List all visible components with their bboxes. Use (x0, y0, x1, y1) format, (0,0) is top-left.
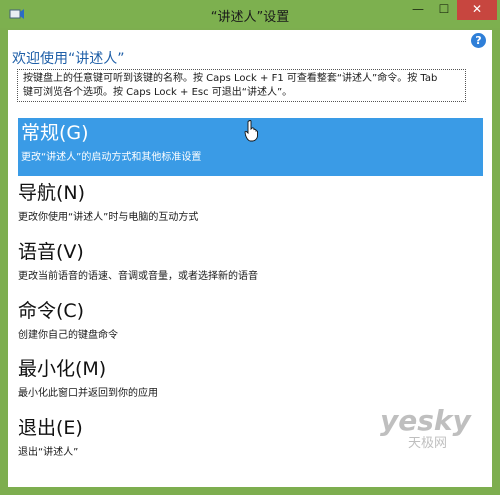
narrator-settings-window: “讲述人”设置 — ☐ ✕ ? 欢迎使用“讲述人” 按键盘上的任意键可听到该键的… (0, 0, 500, 495)
minimize-button[interactable]: — (405, 0, 431, 20)
help-icon[interactable]: ? (471, 33, 486, 48)
menu-item-title: 最小化(M) (18, 358, 107, 380)
menu-item-description: 更改“讲述人”的启动方式和其他标准设置 (21, 152, 202, 163)
instructions-line: 键可浏览各个选项。按 Caps Lock + Esc 可退出“讲述人”。 (23, 87, 293, 98)
welcome-heading: 欢迎使用“讲述人” (12, 51, 125, 67)
maximize-button[interactable]: ☐ (431, 0, 457, 20)
menu-item-commands[interactable]: 命令(C) 创建你自己的键盘命令 (18, 296, 483, 354)
menu-item-description: 更改你使用“讲述人”时与电脑的互动方式 (18, 212, 199, 223)
menu-item-description: 最小化此窗口并返回到你的应用 (18, 388, 158, 399)
menu-item-title: 退出(E) (18, 417, 83, 439)
close-button[interactable]: ✕ (457, 0, 497, 20)
menu-item-description: 更改当前语音的语速、音调或音量，或者选择新的语音 (18, 271, 258, 282)
menu-item-description: 创建你自己的键盘命令 (18, 330, 118, 341)
svg-text:yesky: yesky (380, 404, 473, 437)
instructions-box: 按键盘上的任意键可听到该键的名称。按 Caps Lock + F1 可查看整套“… (17, 69, 466, 102)
menu-item-title: 导航(N) (18, 182, 86, 204)
menu-item-description: 退出“讲述人” (18, 447, 79, 458)
menu-item-navigation[interactable]: 导航(N) 更改你使用“讲述人”时与电脑的互动方式 (18, 178, 483, 236)
instructions-line: 按键盘上的任意键可听到该键的名称。按 Caps Lock + F1 可查看整套“… (23, 73, 438, 84)
yesky-watermark-logo: yesky 天极网 (380, 404, 473, 450)
title-bar[interactable]: “讲述人”设置 — ☐ ✕ (0, 0, 500, 28)
menu-item-title: 语音(V) (18, 241, 84, 263)
menu-item-voice[interactable]: 语音(V) 更改当前语音的语速、音调或音量，或者选择新的语音 (18, 237, 483, 295)
svg-text:天极网: 天极网 (408, 436, 447, 450)
menu-item-title: 常规(G) (21, 122, 89, 144)
menu-item-title: 命令(C) (18, 300, 85, 322)
mouse-pointer-icon (244, 120, 258, 142)
